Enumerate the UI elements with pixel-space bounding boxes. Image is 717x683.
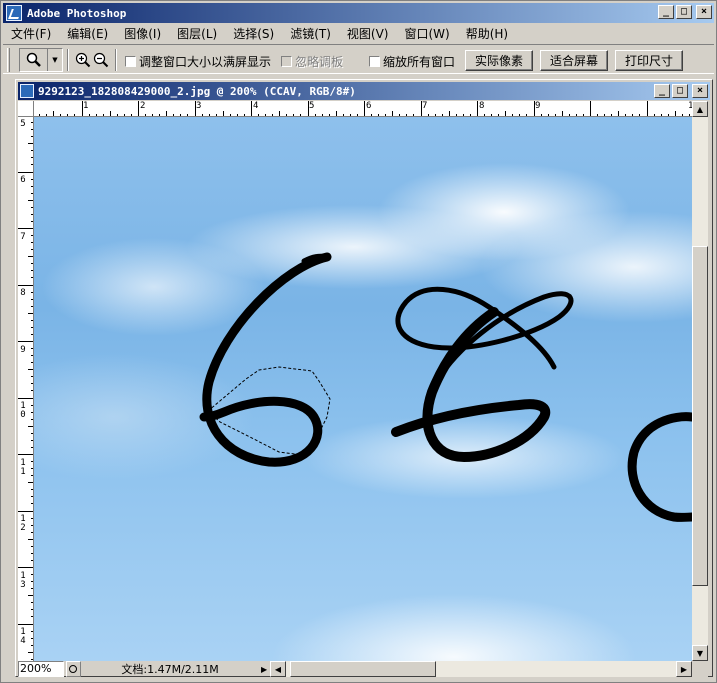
- menu-select[interactable]: 选择(S): [225, 25, 282, 42]
- menu-help[interactable]: 帮助(H): [458, 25, 516, 42]
- ruler-v-label: 14: [20, 627, 26, 646]
- toolbar-separator: [115, 49, 117, 71]
- script-letter-partial: [627, 412, 692, 522]
- document-size-info: 文档:1.47M/2.11M: [121, 663, 219, 676]
- menu-edit[interactable]: 编辑(E): [59, 25, 116, 42]
- ruler-v-label: 7: [20, 232, 26, 242]
- ruler-v-label: 8: [20, 288, 26, 298]
- zoom-out-icon[interactable]: [93, 52, 109, 68]
- menu-filter[interactable]: 滤镜(T): [282, 25, 339, 42]
- scroll-right-arrow-icon[interactable]: ▶: [676, 661, 692, 677]
- resize-windows-label: 调整窗口大小以满屏显示: [139, 55, 272, 69]
- menu-image[interactable]: 图像(I): [116, 25, 169, 42]
- zoom-in-icon[interactable]: [75, 52, 91, 68]
- ruler-h-label: 3: [196, 101, 202, 111]
- ruler-h-label: 2: [140, 101, 146, 111]
- ruler-h-label: 4: [253, 101, 259, 111]
- calligraphy-artwork: [199, 252, 692, 522]
- fit-screen-button[interactable]: 适合屏幕: [540, 50, 608, 71]
- horizontal-ruler-ticks: [39, 101, 690, 116]
- photoshop-window: Adobe Photoshop _ □ × 文件(F) 编辑(E) 图像(I) …: [0, 0, 717, 683]
- ruler-v-label: 12: [20, 514, 26, 533]
- ruler-h-label: 5: [309, 101, 315, 111]
- doc-minimize-button[interactable]: _: [654, 84, 670, 98]
- menu-view[interactable]: 视图(V): [339, 25, 397, 42]
- menu-layer[interactable]: 图层(L): [169, 25, 225, 42]
- app-titlebar[interactable]: Adobe Photoshop _ □ ×: [3, 3, 714, 23]
- scroll-down-arrow-icon[interactable]: ▼: [692, 645, 708, 661]
- script-letter-6: [199, 252, 332, 467]
- chevron-down-icon: ▼: [52, 56, 58, 64]
- script-letter-c: [391, 286, 574, 463]
- ruler-origin[interactable]: [18, 101, 34, 117]
- horizontal-scrollbar[interactable]: ◀ ▶: [270, 661, 692, 677]
- maximize-button[interactable]: □: [676, 5, 692, 19]
- ignore-palettes-checkbox: [281, 56, 292, 67]
- zoom-all-windows-label: 缩放所有窗口: [383, 55, 456, 69]
- document-window: 9292123_182808429000_2.jpg @ 200% (CCAV,…: [15, 79, 713, 677]
- vertical-ruler[interactable]: 5 6 7 8 9 10 11 12 13 14: [18, 117, 34, 661]
- resize-grip[interactable]: [692, 661, 708, 677]
- ruler-v-label: 6: [20, 175, 26, 185]
- document-icon: [20, 84, 34, 98]
- options-bar: ▼ 调整窗口大小以满屏显示 忽略调板 缩放所有窗口 实际像素 适合屏幕 打印尺寸: [3, 44, 714, 74]
- magnifier-icon: [20, 49, 48, 71]
- ruler-h-label: 1: [83, 101, 89, 111]
- horizontal-ruler[interactable]: 1 2 3 4 5 6 7 8 9 1: [34, 101, 692, 117]
- resize-windows-checkbox[interactable]: [125, 56, 136, 67]
- horizontal-scroll-thumb[interactable]: [290, 661, 436, 677]
- zoom-level-field[interactable]: 200%: [18, 661, 64, 677]
- toolbar-grip[interactable]: [7, 48, 10, 72]
- zoom-all-windows-option[interactable]: 缩放所有窗口: [369, 53, 455, 70]
- scroll-left-arrow-icon[interactable]: ◀: [270, 661, 286, 677]
- tool-preset-picker[interactable]: ▼: [19, 48, 63, 72]
- ruler-v-label: 11: [20, 458, 26, 477]
- ruler-v-label: 13: [20, 571, 26, 590]
- ruler-h-label: 8: [479, 101, 485, 111]
- menu-bar: 文件(F) 编辑(E) 图像(I) 图层(L) 选择(S) 滤镜(T) 视图(V…: [3, 24, 714, 43]
- print-size-button[interactable]: 打印尺寸: [615, 50, 683, 71]
- ruler-h-label: 6: [366, 101, 372, 111]
- ruler-h-label: 7: [422, 101, 428, 111]
- ignore-palettes-option: 忽略调板: [281, 53, 343, 70]
- document-titlebar[interactable]: 9292123_182808429000_2.jpg @ 200% (CCAV,…: [18, 82, 710, 100]
- preview-toggle-icon[interactable]: [65, 661, 82, 677]
- vertical-scroll-thumb[interactable]: [692, 246, 708, 586]
- menu-file[interactable]: 文件(F): [3, 25, 59, 42]
- vertical-scrollbar[interactable]: ▲ ▼: [692, 101, 708, 661]
- doc-close-button[interactable]: ×: [692, 84, 708, 98]
- ignore-palettes-label: 忽略调板: [295, 55, 344, 69]
- scroll-up-arrow-icon[interactable]: ▲: [692, 101, 708, 117]
- status-menu-arrow-icon[interactable]: ▶: [258, 661, 270, 677]
- ruler-v-label: 10: [20, 401, 26, 420]
- minimize-button[interactable]: _: [658, 5, 674, 19]
- ruler-v-label: 5: [20, 119, 26, 129]
- close-button[interactable]: ×: [696, 5, 712, 19]
- ruler-v-label: 9: [20, 345, 26, 355]
- menu-window[interactable]: 窗口(W): [396, 25, 457, 42]
- toolbar-separator: [67, 49, 69, 71]
- photoshop-app-icon: [6, 5, 22, 21]
- app-title: Adobe Photoshop: [27, 6, 127, 20]
- image-canvas[interactable]: [34, 117, 692, 661]
- doc-maximize-button[interactable]: □: [672, 84, 688, 98]
- resize-windows-option[interactable]: 调整窗口大小以满屏显示: [125, 53, 271, 70]
- actual-pixels-button[interactable]: 实际像素: [465, 50, 533, 71]
- document-title: 9292123_182808429000_2.jpg @ 200% (CCAV,…: [38, 84, 356, 98]
- zoom-all-windows-checkbox[interactable]: [369, 56, 380, 67]
- status-bar: 200% 文档:1.47M/2.11M ▶: [18, 661, 270, 677]
- ruler-h-label: 9: [535, 101, 541, 111]
